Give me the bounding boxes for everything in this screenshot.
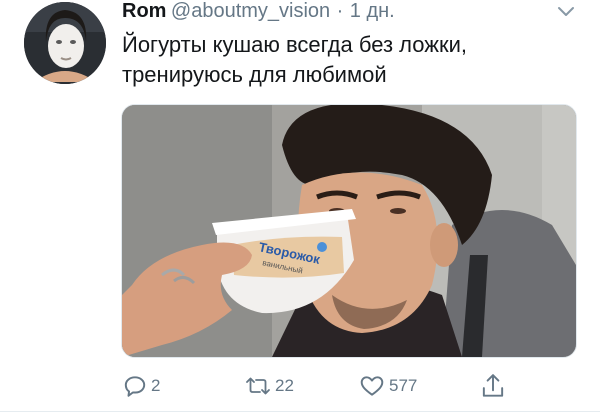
like-count: 577	[389, 376, 418, 395]
tweet-actions: 2 22 577	[0, 370, 600, 402]
divider	[0, 411, 600, 412]
share-icon[interactable]	[480, 372, 506, 400]
reply-icon[interactable]	[122, 373, 148, 399]
tweet: Rom @aboutmy_vision · 1 дн. Йогурты куша…	[0, 0, 600, 418]
reply-count: 2	[151, 376, 161, 395]
photo-illustration: Творожок ванильный	[122, 105, 576, 357]
tweet-text: Йогурты кушаю всегда без ложки, тренирую…	[122, 30, 582, 90]
tweet-text-line: тренируюсь для любимой	[122, 62, 387, 87]
retweet-icon[interactable]	[244, 373, 272, 399]
author-name[interactable]: Rom	[122, 0, 166, 22]
avatar[interactable]	[24, 2, 106, 84]
avatar-image	[24, 2, 106, 84]
author-handle[interactable]: @aboutmy_vision	[171, 0, 330, 22]
chevron-down-icon[interactable]	[556, 4, 576, 20]
reply-action[interactable]: 2	[122, 370, 160, 402]
like-action[interactable]: 577	[358, 370, 417, 402]
share-action[interactable]	[480, 370, 506, 402]
heart-icon[interactable]	[358, 373, 386, 399]
separator-dot: ·	[336, 0, 344, 22]
tweet-photo[interactable]: Творожок ванильный	[121, 104, 577, 358]
tweet-header: Rom @aboutmy_vision · 1 дн.	[122, 0, 552, 24]
retweet-action[interactable]: 22	[244, 370, 294, 402]
timestamp[interactable]: 1 дн.	[350, 0, 395, 22]
tweet-text-line: Йогурты кушаю всегда без ложки,	[122, 32, 467, 57]
retweet-count: 22	[275, 376, 294, 395]
